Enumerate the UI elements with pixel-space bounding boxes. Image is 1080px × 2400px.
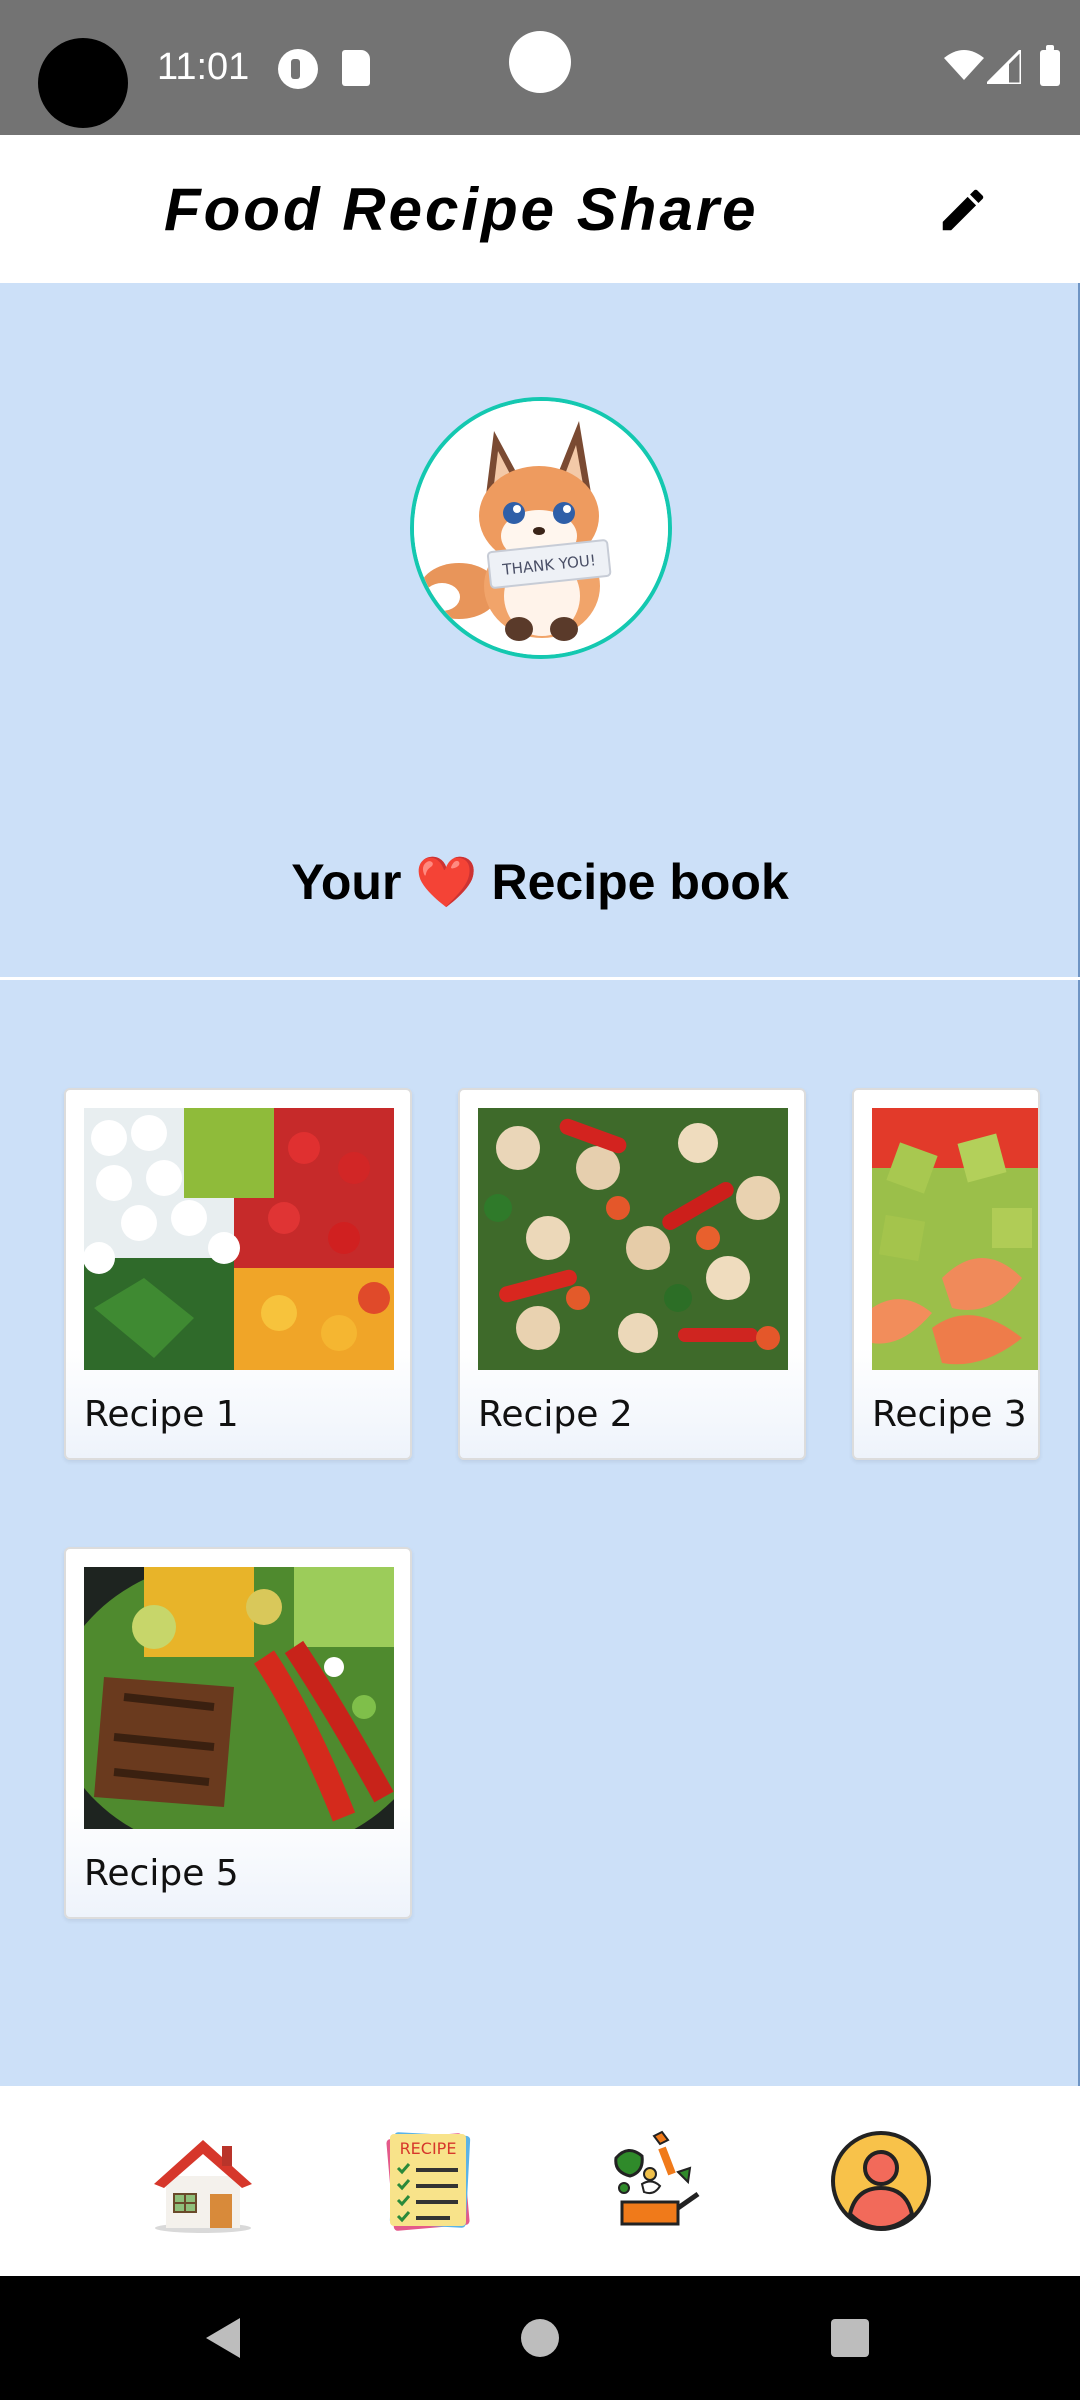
recipe-label: Recipe 5 [84,1853,239,1894]
nav-recipes[interactable]: RECIPE [376,2128,482,2234]
svg-text:RECIPE: RECIPE [400,2139,457,2158]
main-content: THANK YOU! Your ❤️ Recipe book Recipe 1 … [0,283,1080,2086]
recipe-image [84,1108,394,1370]
notification-dot-icon [509,31,571,93]
home-circle-icon[interactable] [510,2308,570,2368]
edit-button[interactable] [930,177,996,243]
recipe-card[interactable]: Recipe 2 [458,1088,806,1460]
cooking-ingredients-icon [614,2130,700,2226]
recipe-label: Recipe 3 [872,1394,1027,1435]
recipe-card[interactable]: Recipe 3 [852,1088,1040,1460]
camera-cutout [38,38,128,128]
status-time: 11:01 [157,46,250,88]
nav-profile[interactable] [828,2128,934,2234]
back-icon[interactable] [196,2308,256,2368]
shrimp-avocado-image [872,1108,1038,1370]
signal-icon [987,50,1021,84]
stir-fry-image [478,1108,788,1370]
nav-cooking[interactable] [602,2128,708,2234]
nav-home[interactable] [150,2128,256,2234]
recipe-card[interactable]: Recipe 5 [64,1547,412,1919]
title-prefix: Your [291,854,402,910]
sd-card-icon [342,50,370,86]
recents-icon[interactable] [820,2308,880,2368]
status-bar: 11:01 [0,0,1080,135]
recipe-image [84,1567,394,1829]
system-navigation-bar [0,2276,1080,2400]
recipe-card[interactable]: Recipe 1 [64,1088,412,1460]
caprese-salad-image [84,1108,394,1370]
profile-avatar[interactable]: THANK YOU! [410,397,672,659]
recipe-image [872,1108,1038,1370]
wifi-icon [944,50,984,80]
bottom-navigation: RECIPE [0,2086,1080,2276]
app-title: Food Recipe Share [164,176,759,243]
home-icon [154,2140,252,2233]
recipe-label: Recipe 2 [478,1394,633,1435]
profile-icon [831,2131,931,2231]
battery-icon [1040,45,1060,86]
recipe-image [478,1108,788,1370]
fox-avatar-icon: THANK YOU! [414,401,668,655]
chicken-salad-image [84,1567,394,1829]
pencil-icon [942,189,984,231]
heart-icon: ❤️ [415,854,478,910]
top-app-bar: Food Recipe Share [0,135,1080,283]
recipe-list-icon: RECIPE [386,2132,471,2231]
recipe-book-title: Your ❤️ Recipe book [0,853,1080,912]
section-divider [0,977,1080,980]
notification-app-icon [278,49,318,89]
recipe-label: Recipe 1 [84,1394,239,1435]
title-suffix: Recipe book [491,854,789,910]
